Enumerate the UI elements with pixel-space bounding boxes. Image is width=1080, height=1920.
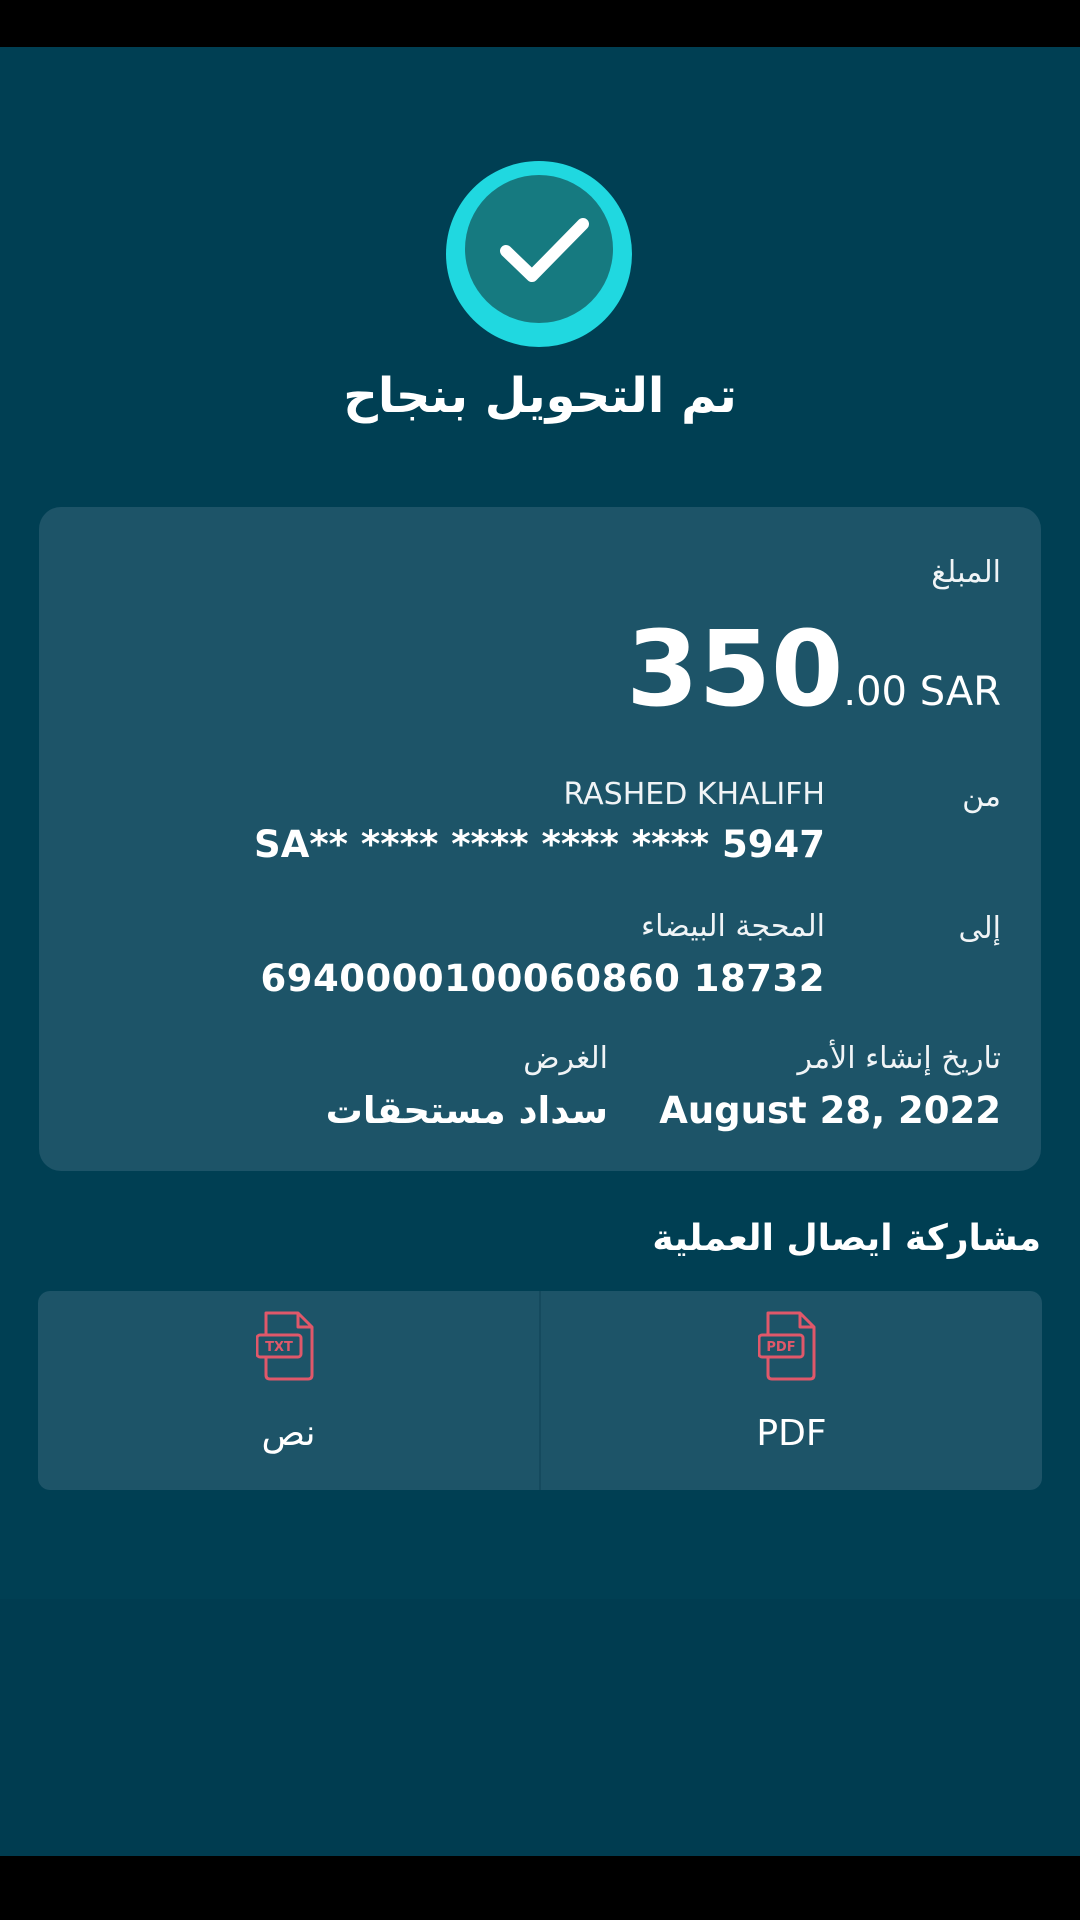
to-label: إلى <box>958 911 1001 946</box>
transfer-details-card: المبلغ 350.00 SAR من RASHED KHALIFH SA**… <box>39 507 1041 1171</box>
amount-whole: 350 <box>626 608 844 730</box>
share-pdf-button[interactable]: PDF PDF <box>541 1291 1042 1490</box>
amount-fraction-currency: .00 SAR <box>843 669 1001 715</box>
amount-label: المبلغ <box>931 555 1001 590</box>
purpose-label: الغرض <box>523 1041 608 1076</box>
share-text-label: نص <box>261 1413 316 1454</box>
page-title: تم التحويل بنجاح <box>343 368 737 424</box>
svg-text:TXT: TXT <box>265 1340 293 1355</box>
pdf-file-icon: PDF <box>758 1311 816 1381</box>
from-account: SA** **** **** **** **** 5947 <box>254 823 825 866</box>
to-account: 6940000100060860 18732 <box>260 957 825 1000</box>
from-label: من <box>962 779 1001 814</box>
txt-file-icon: TXT <box>256 1311 314 1381</box>
order-date-label: تاريخ إنشاء الأمر <box>797 1041 1001 1076</box>
share-receipt-heading: مشاركة ايصال العملية <box>652 1218 1041 1259</box>
svg-text:PDF: PDF <box>766 1340 795 1355</box>
order-date-value: August 28, 2022 <box>659 1089 1001 1132</box>
bottom-area <box>0 1599 1080 1920</box>
from-name: RASHED KHALIFH <box>563 777 825 812</box>
share-text-button[interactable]: TXT نص <box>38 1291 539 1490</box>
navigation-bar <box>0 1856 1080 1920</box>
to-name: المحجة البيضاء <box>640 909 825 944</box>
amount-value: 350.00 SAR <box>626 617 1001 721</box>
purpose-value: سداد مستحقات <box>325 1089 608 1132</box>
share-pdf-label: PDF <box>756 1413 827 1454</box>
share-options: TXT نص PDF PDF <box>38 1291 1042 1490</box>
check-circle-icon <box>446 161 632 347</box>
